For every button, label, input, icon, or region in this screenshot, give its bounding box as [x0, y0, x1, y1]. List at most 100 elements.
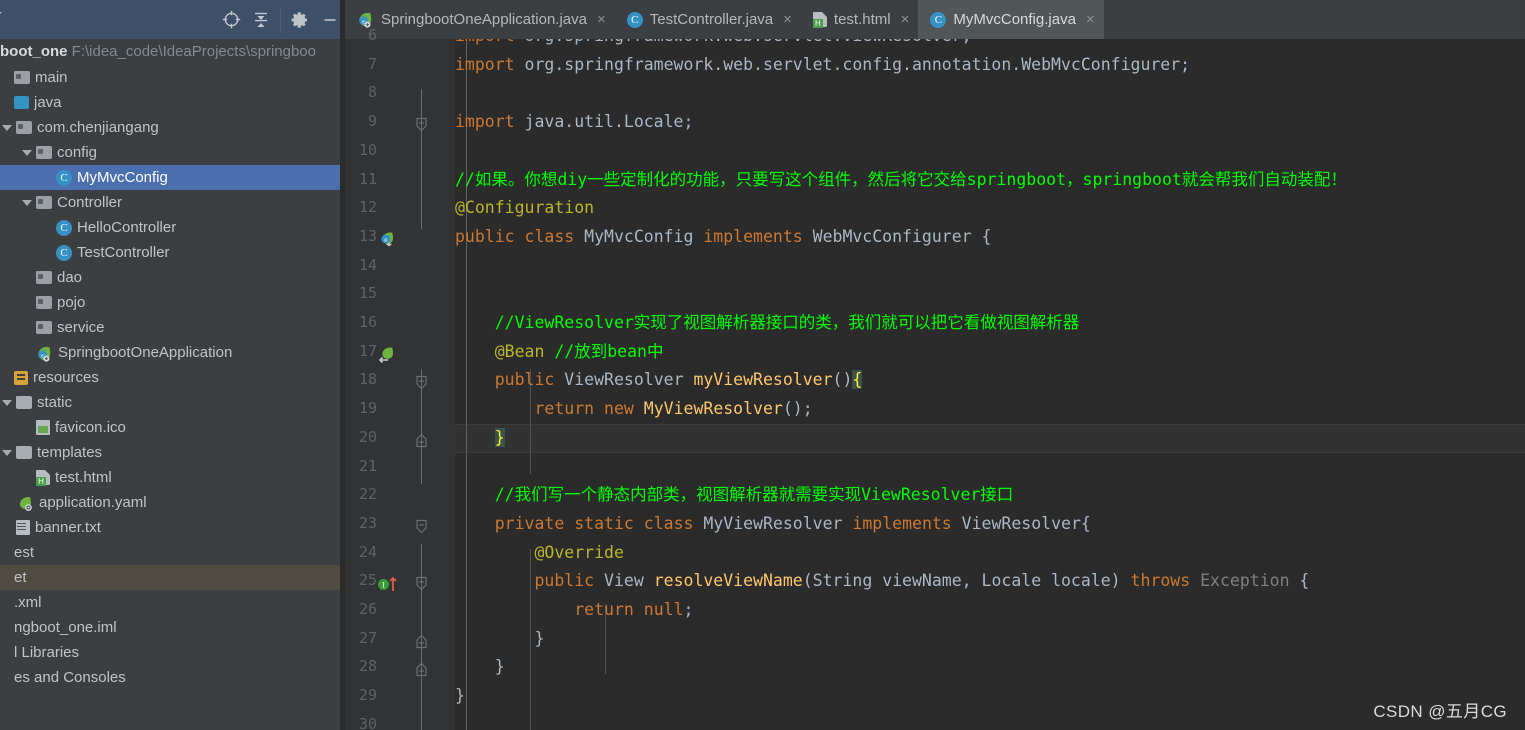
- folder-plain-icon: [16, 396, 32, 409]
- code-editor[interactable]: import org.springframework.web.servlet.V…: [455, 39, 1525, 730]
- line-number: 20: [358, 427, 377, 446]
- editor-tab-test-html[interactable]: test.html ×: [801, 0, 918, 39]
- caret-line-highlight: [455, 423, 1525, 453]
- code-line-27: }: [455, 628, 545, 648]
- code-line-26: return null;: [574, 600, 694, 619]
- resource-root-icon: [14, 370, 28, 385]
- tree-item-es-and-consoles[interactable]: es and Consoles: [0, 665, 345, 690]
- tree-item-service[interactable]: service: [0, 315, 345, 340]
- tree-item-test-html[interactable]: test.html: [0, 465, 345, 490]
- tree-item-springbootoneapplication[interactable]: e SpringbootOneApplication: [0, 340, 345, 365]
- tree-item-testcontroller[interactable]: C TestController: [0, 240, 345, 265]
- tree-item-label: templates: [37, 444, 103, 461]
- line-number: 28: [358, 657, 377, 676]
- gear-icon[interactable]: [285, 5, 315, 35]
- tree-item-label: l Libraries: [14, 644, 80, 661]
- tree-item-l-libraries[interactable]: l Libraries: [0, 640, 345, 665]
- line-number: 25: [358, 571, 377, 590]
- code-fold-toggle-icon[interactable]: [415, 519, 428, 539]
- tree-item-templates[interactable]: templates: [0, 440, 345, 465]
- editor-tab-springbootoneapplication-java[interactable]: e SpringbootOneApplication.java ×: [345, 0, 615, 39]
- line-number: 21: [358, 456, 377, 475]
- expand-arrow-icon[interactable]: [2, 399, 12, 406]
- editor-tab-mymvcconfig-java[interactable]: C MyMvcConfig.java ×: [918, 0, 1104, 39]
- tree-item-label: resources: [33, 369, 99, 386]
- tab-label: test.html: [833, 11, 891, 28]
- package-icon: [36, 296, 52, 309]
- locate-file-icon[interactable]: [216, 5, 246, 35]
- tree-item-label: MyMvcConfig: [77, 169, 168, 186]
- tree-item-mymvcconfig[interactable]: C MyMvcConfig: [0, 165, 345, 190]
- java-class-icon: C: [56, 169, 72, 186]
- spring-bean-class-icon[interactable]: e: [377, 231, 397, 255]
- code-line-13: public class MyMvcConfig implements WebM…: [455, 226, 992, 246]
- java-class-icon: C: [56, 219, 72, 236]
- tree-item-resources[interactable]: resources: [0, 365, 345, 390]
- tree-item--xml[interactable]: .xml: [0, 590, 345, 615]
- close-icon[interactable]: ×: [1086, 12, 1095, 27]
- spring-bean-method-icon[interactable]: [377, 346, 397, 370]
- chevron-down-icon[interactable]: [0, 12, 2, 19]
- line-number: 7: [367, 54, 377, 73]
- tree-item-controller[interactable]: Controller: [0, 190, 345, 215]
- tree-item-label: es and Consoles: [14, 669, 126, 686]
- editor-gutter[interactable]: 6 7 8 9 10 11 12 13 14 15 16 17 18 19 20 21 22 23 24 25 26 27…: [345, 26, 455, 730]
- package-icon: [36, 146, 52, 159]
- code-line-18: public ViewResolver myViewResolver(){: [494, 370, 863, 390]
- close-icon[interactable]: ×: [783, 12, 792, 27]
- package-icon: [36, 271, 52, 284]
- tree-item-main[interactable]: main: [0, 65, 345, 90]
- java-class-icon: C: [930, 11, 947, 28]
- tree-item-label: java: [34, 94, 62, 111]
- source-root-icon: [14, 96, 29, 109]
- editor-tab-bar[interactable]: e SpringbootOneApplication.java × C TestCont…: [345, 0, 1525, 39]
- collapse-all-icon[interactable]: [246, 5, 276, 35]
- tree-item-hellocontroller[interactable]: C HelloController: [0, 215, 345, 240]
- tree-item-et[interactable]: et: [0, 565, 345, 590]
- tree-item-ngboot-one-iml[interactable]: ngboot_one.iml: [0, 615, 345, 640]
- tree-item-static[interactable]: static: [0, 390, 345, 415]
- close-icon[interactable]: ×: [901, 12, 910, 27]
- folder-plain-icon: [16, 446, 32, 459]
- tree-item-java[interactable]: java: [0, 90, 345, 115]
- line-number: 15: [358, 284, 377, 303]
- html-file-icon: [36, 470, 50, 486]
- tree-item-pojo[interactable]: pojo: [0, 290, 345, 315]
- tree-item-label: pojo: [57, 294, 86, 311]
- expand-arrow-icon[interactable]: [2, 449, 12, 456]
- tree-item-dao[interactable]: dao: [0, 265, 345, 290]
- code-line-12: @Configuration: [455, 198, 595, 218]
- tree-item-label: test.html: [55, 469, 112, 486]
- expand-arrow-icon[interactable]: [22, 149, 32, 156]
- code-line-17: @Bean //放到bean中: [494, 341, 664, 361]
- tree-item-est[interactable]: est: [0, 540, 345, 565]
- idea-window: boot_one F:\idea_code\IdeaProjects\sprin…: [0, 0, 1525, 730]
- html-file-icon: [812, 12, 827, 28]
- text-file-icon: [16, 520, 30, 535]
- project-tool-header: [0, 0, 345, 39]
- tree-item-application-yaml[interactable]: application.yaml: [0, 490, 345, 515]
- code-line-19: return new MyViewResolver();: [534, 399, 813, 419]
- line-number: 17: [358, 341, 377, 360]
- code-line-9: import java.util.Locale;: [455, 112, 694, 132]
- tree-item-label: HelloController: [77, 219, 177, 236]
- project-location: F:\idea_code\IdeaProjects\springboo: [71, 43, 316, 60]
- close-icon[interactable]: ×: [597, 12, 606, 27]
- project-name: boot_one: [0, 43, 68, 60]
- code-line-29: }: [455, 686, 465, 706]
- project-tree[interactable]: main java com.chenjiangang config C MyMvcConf…: [0, 65, 345, 730]
- expand-arrow-icon[interactable]: [2, 124, 12, 131]
- tree-item-banner-txt[interactable]: banner.txt: [0, 515, 345, 540]
- editor-tab-testcontroller-java[interactable]: C TestController.java ×: [615, 0, 801, 39]
- package-icon: [36, 196, 52, 209]
- tree-item-label: dao: [57, 269, 83, 286]
- tree-item-com-chenjiangang[interactable]: com.chenjiangang: [0, 115, 345, 140]
- expand-arrow-icon[interactable]: [22, 199, 32, 206]
- line-number: 27: [358, 628, 377, 647]
- tree-item-config[interactable]: config: [0, 140, 345, 165]
- package-icon: [36, 321, 52, 334]
- tree-item-favicon-ico[interactable]: favicon.ico: [0, 415, 345, 440]
- tree-item-label: static: [37, 394, 73, 411]
- implementing-method-icon[interactable]: I: [377, 575, 401, 599]
- java-class-icon: C: [626, 11, 643, 28]
